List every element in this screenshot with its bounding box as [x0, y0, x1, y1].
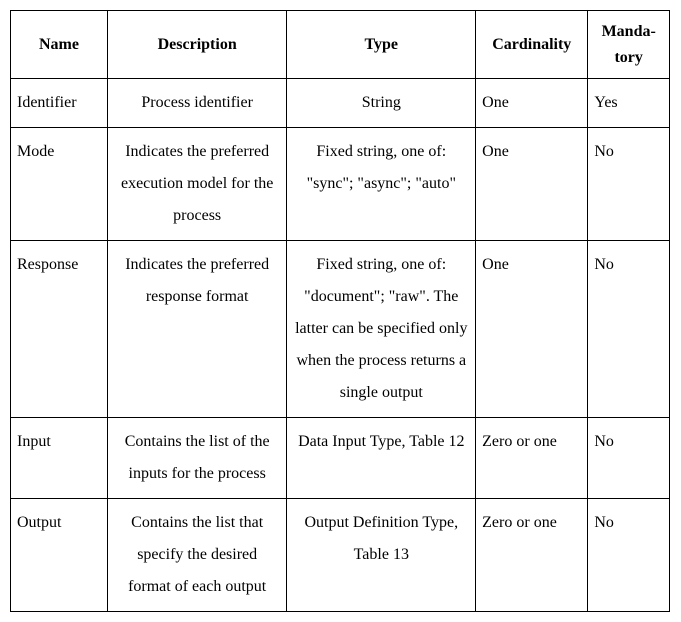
- table-body: Identifier Process identifier String One…: [11, 79, 670, 612]
- cell-mandatory: No: [588, 418, 670, 499]
- cell-type: Fixed string, one of: "sync"; "async"; "…: [287, 128, 476, 241]
- header-type: Type: [287, 11, 476, 79]
- cell-name: Identifier: [11, 79, 108, 128]
- cell-name: Output: [11, 499, 108, 612]
- cell-name: Input: [11, 418, 108, 499]
- cell-type: Output Definition Type, Table 13: [287, 499, 476, 612]
- parameters-table: Name Description Type Cardinality Manda-…: [10, 10, 670, 612]
- table-row: Mode Indicates the preferred execution m…: [11, 128, 670, 241]
- cell-description: Indicates the preferred response format: [107, 241, 287, 418]
- cell-description: Indicates the preferred execution model …: [107, 128, 287, 241]
- header-mandatory: Manda- tory: [588, 11, 670, 79]
- cell-mandatory: No: [588, 499, 670, 612]
- cell-cardinality: One: [476, 241, 588, 418]
- cell-description: Contains the list that specify the desir…: [107, 499, 287, 612]
- cell-name: Mode: [11, 128, 108, 241]
- cell-name: Response: [11, 241, 108, 418]
- header-cardinality: Cardinality: [476, 11, 588, 79]
- cell-type: Fixed string, one of: "document"; "raw".…: [287, 241, 476, 418]
- table-row: Identifier Process identifier String One…: [11, 79, 670, 128]
- cell-cardinality: One: [476, 79, 588, 128]
- cell-mandatory: Yes: [588, 79, 670, 128]
- cell-mandatory: No: [588, 241, 670, 418]
- cell-mandatory: No: [588, 128, 670, 241]
- cell-description: Process identifier: [107, 79, 287, 128]
- table-header: Name Description Type Cardinality Manda-…: [11, 11, 670, 79]
- cell-cardinality: One: [476, 128, 588, 241]
- cell-type: String: [287, 79, 476, 128]
- cell-cardinality: Zero or one: [476, 418, 588, 499]
- table-row: Response Indicates the preferred respons…: [11, 241, 670, 418]
- header-description: Description: [107, 11, 287, 79]
- header-name: Name: [11, 11, 108, 79]
- table-row: Output Contains the list that specify th…: [11, 499, 670, 612]
- table-row: Input Contains the list of the inputs fo…: [11, 418, 670, 499]
- cell-cardinality: Zero or one: [476, 499, 588, 612]
- cell-description: Contains the list of the inputs for the …: [107, 418, 287, 499]
- cell-type: Data Input Type, Table 12: [287, 418, 476, 499]
